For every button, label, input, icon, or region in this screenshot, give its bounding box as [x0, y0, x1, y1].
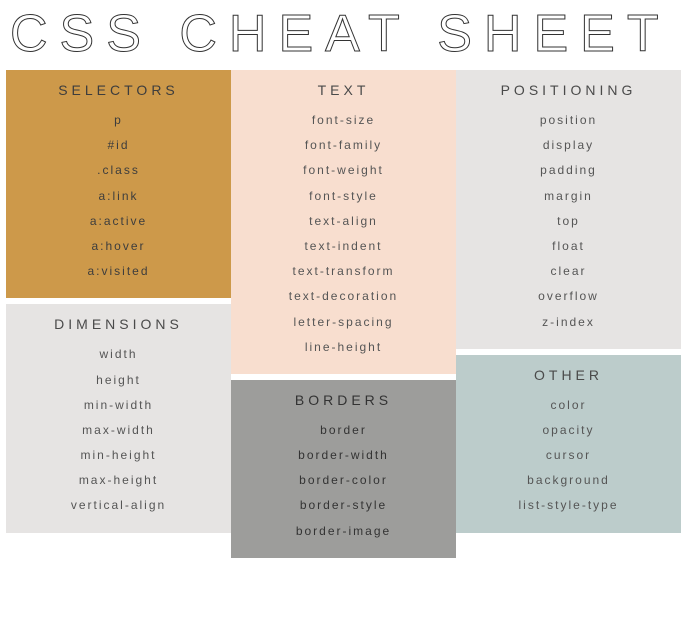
list-item: a:active — [14, 209, 223, 234]
list-item: #id — [14, 133, 223, 158]
card-header: BORDERS — [239, 392, 448, 408]
card-header: DIMENSIONS — [14, 316, 223, 332]
list-item: a:hover — [14, 234, 223, 259]
list-item: display — [464, 133, 673, 158]
card-positioning: POSITIONING position display padding mar… — [456, 70, 681, 349]
list-item: cursor — [464, 443, 673, 468]
card-other: OTHER color opacity cursor background li… — [456, 355, 681, 533]
card-text: TEXT font-size font-family font-weight f… — [231, 70, 456, 374]
list-item: color — [464, 393, 673, 418]
card-dimensions: DIMENSIONS width height min-width max-wi… — [6, 304, 231, 532]
page-title: CSS CHEAT SHEET — [0, 0, 687, 70]
list-item: margin — [464, 184, 673, 209]
card-selectors: SELECTORS p #id .class a:link a:active a… — [6, 70, 231, 298]
list-item: p — [14, 108, 223, 133]
list-item: clear — [464, 259, 673, 284]
card-borders: BORDERS border border-width border-color… — [231, 380, 456, 558]
list-item: background — [464, 468, 673, 493]
list-item: border-color — [239, 468, 448, 493]
list-item: a:link — [14, 184, 223, 209]
column-left: SELECTORS p #id .class a:link a:active a… — [6, 70, 231, 591]
list-item: border — [239, 418, 448, 443]
list-item: padding — [464, 158, 673, 183]
list-item: letter-spacing — [239, 310, 448, 335]
list-item: max-width — [14, 418, 223, 443]
list-item: line-height — [239, 335, 448, 360]
column-middle: TEXT font-size font-family font-weight f… — [231, 70, 456, 591]
list-item: height — [14, 368, 223, 393]
list-item: border-style — [239, 493, 448, 518]
list-item: font-family — [239, 133, 448, 158]
list-item: a:visited — [14, 259, 223, 284]
list-item: font-size — [239, 108, 448, 133]
list-item: z-index — [464, 310, 673, 335]
card-header: POSITIONING — [464, 82, 673, 98]
list-item: min-width — [14, 393, 223, 418]
list-item: overflow — [464, 284, 673, 309]
list-item: border-width — [239, 443, 448, 468]
list-item: border-image — [239, 519, 448, 544]
list-item: font-style — [239, 184, 448, 209]
list-item: text-transform — [239, 259, 448, 284]
list-item: text-indent — [239, 234, 448, 259]
list-item: min-height — [14, 443, 223, 468]
list-item: .class — [14, 158, 223, 183]
list-item: width — [14, 342, 223, 367]
card-header: SELECTORS — [14, 82, 223, 98]
list-item: opacity — [464, 418, 673, 443]
card-header: TEXT — [239, 82, 448, 98]
column-right: POSITIONING position display padding mar… — [456, 70, 681, 591]
list-item: text-align — [239, 209, 448, 234]
list-item: top — [464, 209, 673, 234]
card-header: OTHER — [464, 367, 673, 383]
list-item: font-weight — [239, 158, 448, 183]
list-item: list-style-type — [464, 493, 673, 518]
list-item: text-decoration — [239, 284, 448, 309]
list-item: vertical-align — [14, 493, 223, 518]
list-item: max-height — [14, 468, 223, 493]
cheat-sheet-grid: SELECTORS p #id .class a:link a:active a… — [0, 70, 687, 631]
list-item: position — [464, 108, 673, 133]
list-item: float — [464, 234, 673, 259]
